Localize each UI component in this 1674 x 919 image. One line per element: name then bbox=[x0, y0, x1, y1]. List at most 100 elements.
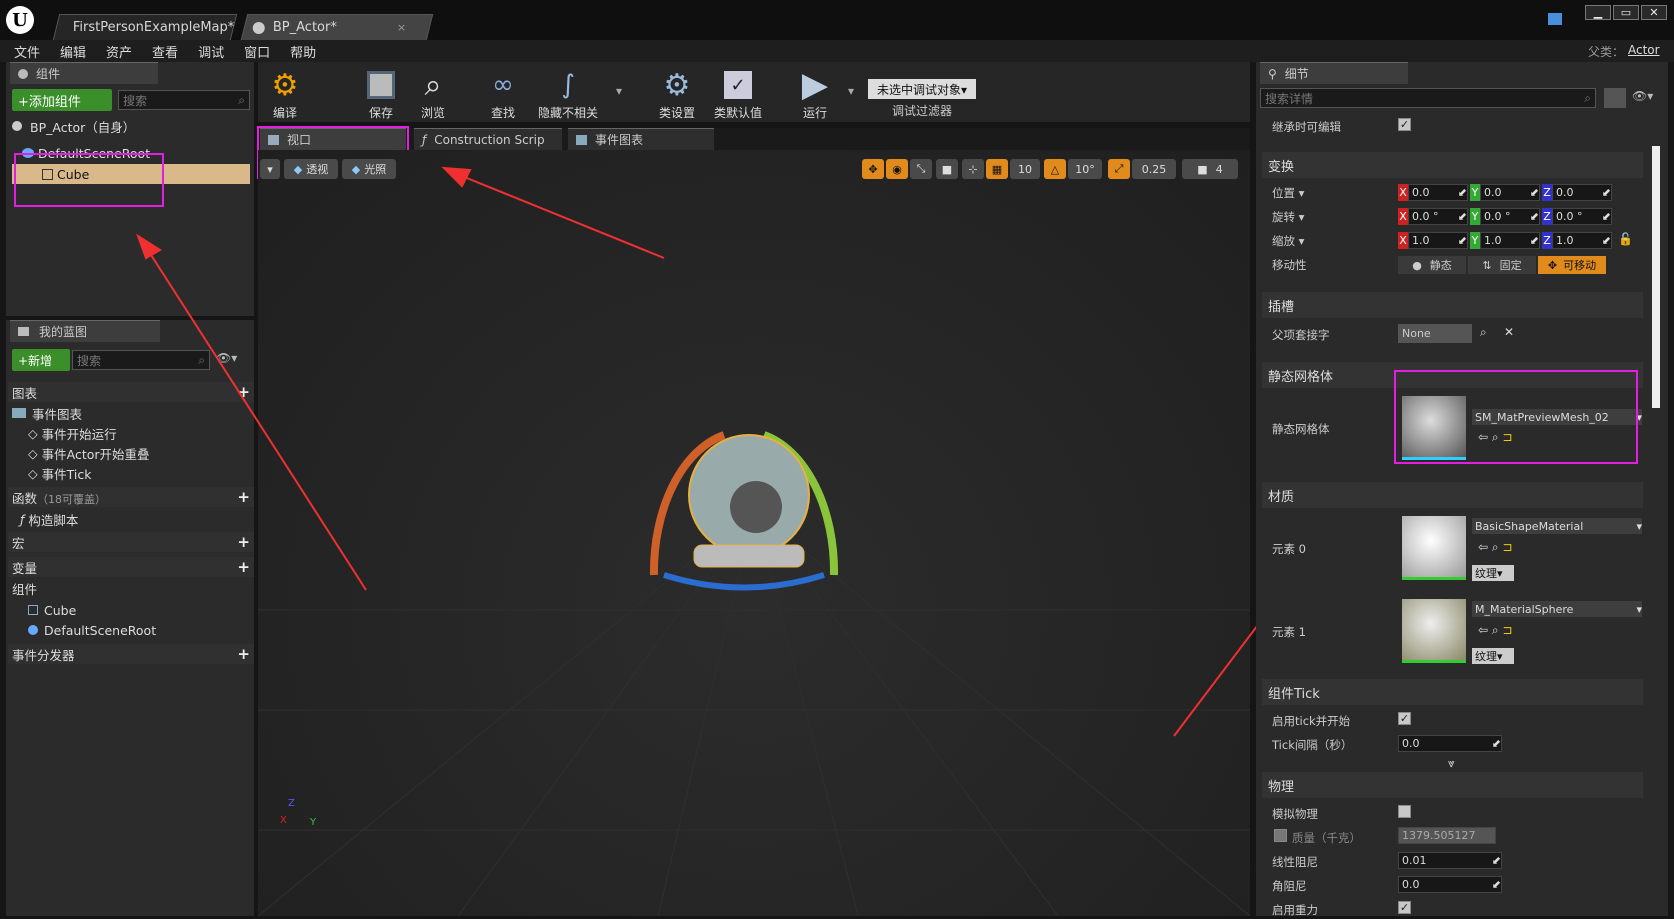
category-dispatchers[interactable]: 事件分发器 + bbox=[8, 644, 254, 664]
material-1-thumbnail[interactable] bbox=[1402, 599, 1466, 663]
menu-help[interactable]: 帮助 bbox=[290, 42, 316, 61]
hide-unrelated-button[interactable]: ∫ 隐藏不相关 bbox=[538, 66, 598, 121]
linear-damping-input[interactable]: 0.01 ⬋ bbox=[1398, 852, 1502, 869]
parent-class-link[interactable]: Actor bbox=[1628, 43, 1660, 57]
event-graph-item[interactable]: 事件图表 bbox=[12, 403, 82, 423]
add-graph-button[interactable]: + bbox=[237, 383, 250, 401]
tick-interval-input[interactable]: 0.0 ⬋ bbox=[1398, 735, 1502, 752]
event-actor-begin-overlap[interactable]: ◇ 事件Actor开始重叠 bbox=[28, 443, 150, 463]
rotation-x-input[interactable]: 0.0 ° ⬋ bbox=[1408, 208, 1468, 225]
new-button[interactable]: +新增 bbox=[12, 349, 70, 371]
category-variables[interactable]: 变量 + bbox=[8, 557, 254, 577]
location-z-input[interactable]: 0.0 ⬋ bbox=[1552, 184, 1612, 201]
class-settings-button[interactable]: ⚙ 类设置 bbox=[656, 66, 698, 121]
scale-z-input[interactable]: 1.0 ⬋ bbox=[1552, 232, 1612, 249]
rotation-y-input[interactable]: 0.0 ° ⬋ bbox=[1480, 208, 1540, 225]
close-icon[interactable]: × bbox=[397, 21, 406, 34]
component-var-cube[interactable]: Cube bbox=[28, 600, 76, 620]
scale-label[interactable]: 缩放 ▾ bbox=[1272, 233, 1304, 249]
section-component-tick[interactable]: 组件Tick bbox=[1262, 679, 1643, 705]
clear-socket-icon[interactable]: ✕ bbox=[1504, 325, 1514, 339]
my-blueprint-tab[interactable]: 我的蓝图 bbox=[10, 320, 160, 342]
details-search-input[interactable]: 搜索详情 ⌕ bbox=[1260, 88, 1596, 108]
browse-button[interactable]: ⌕ 浏览 bbox=[412, 66, 454, 121]
inherit-editable-checkbox[interactable]: ✓ bbox=[1398, 118, 1411, 131]
material-0-texture-dropdown[interactable]: 纹理▾ bbox=[1472, 565, 1514, 581]
category-macros[interactable]: 宏 + bbox=[8, 532, 254, 552]
section-materials[interactable]: 材质 bbox=[1262, 482, 1643, 508]
add-component-button[interactable]: +添加组件 bbox=[12, 89, 112, 111]
compile-button[interactable]: ⚙ 编译 bbox=[264, 66, 306, 121]
class-defaults-button[interactable]: ✓ 类默认值 bbox=[714, 66, 762, 121]
menu-asset[interactable]: 资产 bbox=[106, 42, 132, 61]
property-matrix-icon[interactable] bbox=[1604, 88, 1626, 108]
tab-construction-script[interactable]: ƒ Construction Scrip bbox=[414, 128, 562, 150]
material-0-dropdown[interactable]: BasicShapeMaterial ▾ bbox=[1472, 518, 1642, 534]
rotation-snap-button[interactable]: 10° bbox=[1068, 159, 1102, 179]
material-0-actions-icon[interactable]: ⇦ ⌕ ⊐ bbox=[1478, 540, 1512, 555]
add-dispatcher-button[interactable]: + bbox=[237, 645, 250, 663]
component-var-root[interactable]: DefaultSceneRoot bbox=[28, 620, 156, 640]
tab-event-graph[interactable]: 事件图表 bbox=[568, 128, 714, 150]
details-tab[interactable]: ⚲ 细节 bbox=[1260, 62, 1408, 84]
details-scrollbar[interactable] bbox=[1652, 146, 1660, 408]
enable-gravity-checkbox[interactable]: ✓ bbox=[1398, 901, 1411, 914]
viewport-options-button[interactable]: ▾ bbox=[260, 159, 280, 179]
mass-input[interactable]: 1379.505127 bbox=[1398, 827, 1496, 844]
play-button[interactable]: ▶ 运行 bbox=[794, 65, 836, 121]
menu-view[interactable]: 查看 bbox=[152, 42, 178, 61]
scale-x-input[interactable]: 1.0 ⬋ bbox=[1408, 232, 1468, 249]
menu-window[interactable]: 窗口 bbox=[244, 42, 270, 61]
save-button[interactable]: 保存 bbox=[360, 66, 402, 121]
tab-map[interactable]: FirstPersonExampleMap* × bbox=[52, 14, 253, 40]
rotation-snap-icon[interactable]: △ bbox=[1044, 159, 1066, 179]
surface-snap-icon[interactable]: ⊹ bbox=[962, 159, 984, 179]
mobility-static-button[interactable]: ● 静态 bbox=[1398, 256, 1466, 274]
play-dropdown-icon[interactable]: ▾ bbox=[848, 84, 854, 98]
eye-icon[interactable]: 👁▾ bbox=[216, 351, 237, 365]
mass-override-checkbox[interactable] bbox=[1274, 829, 1287, 842]
browse-socket-icon[interactable]: ⌕ bbox=[1480, 325, 1487, 340]
find-button[interactable]: ∞ 查找 bbox=[482, 66, 524, 121]
maximize-button[interactable]: ▭ bbox=[1613, 5, 1639, 20]
tab-bp-actor[interactable]: BP_Actor* × bbox=[240, 14, 434, 40]
grid-snap-icon[interactable]: ▦ bbox=[986, 159, 1008, 179]
viewport[interactable]: X Y Z bbox=[258, 150, 1250, 916]
perspective-button[interactable]: ◆ 透视 bbox=[284, 159, 338, 179]
rotation-label[interactable]: 旋转 ▾ bbox=[1272, 209, 1304, 225]
event-tick[interactable]: ◇ 事件Tick bbox=[28, 463, 91, 483]
translate-icon[interactable]: ✥ bbox=[862, 159, 884, 179]
component-self[interactable]: BP_Actor（自身） bbox=[12, 116, 135, 136]
mobility-movable-button[interactable]: ✥ 可移动 bbox=[1538, 256, 1606, 274]
scale-snap-button[interactable]: 0.25 bbox=[1132, 159, 1176, 179]
minimize-button[interactable]: ▁ bbox=[1585, 5, 1611, 20]
section-sockets[interactable]: 插槽 bbox=[1262, 292, 1643, 318]
add-function-button[interactable]: + bbox=[237, 488, 250, 506]
mobility-stationary-button[interactable]: ⇅ 固定 bbox=[1468, 256, 1536, 274]
camera-speed-button[interactable]: ■ 4 bbox=[1182, 159, 1238, 179]
lock-icon[interactable]: 🔓 bbox=[1618, 232, 1633, 249]
hide-dropdown-icon[interactable]: ▾ bbox=[616, 84, 622, 98]
components-tab[interactable]: 组件 bbox=[10, 62, 158, 84]
view-options-icon[interactable]: 👁▾ bbox=[1632, 89, 1653, 103]
event-begin-play[interactable]: ◇ 事件开始运行 bbox=[28, 423, 117, 443]
coordinate-space-icon[interactable]: ■ bbox=[936, 159, 958, 179]
section-transform[interactable]: 变换 bbox=[1262, 152, 1643, 178]
simulate-physics-checkbox[interactable] bbox=[1398, 805, 1411, 818]
grid-size-button[interactable]: 10 bbox=[1010, 159, 1040, 179]
scale-icon[interactable]: ⤡ bbox=[910, 159, 932, 179]
feedback-icon[interactable] bbox=[1548, 13, 1562, 25]
material-1-actions-icon[interactable]: ⇦ ⌕ ⊐ bbox=[1478, 623, 1512, 638]
location-label[interactable]: 位置 ▾ bbox=[1272, 185, 1304, 201]
menu-debug[interactable]: 调试 bbox=[198, 42, 224, 61]
location-y-input[interactable]: 0.0 ⬋ bbox=[1480, 184, 1540, 201]
category-functions[interactable]: 函数（18可覆盖） + bbox=[8, 487, 254, 507]
close-window-button[interactable]: ✕ bbox=[1641, 5, 1667, 20]
rotation-z-input[interactable]: 0.0 ° ⬋ bbox=[1552, 208, 1612, 225]
blueprint-search-input[interactable]: 搜索 ⌕ bbox=[72, 350, 210, 370]
scale-y-input[interactable]: 1.0 ⬋ bbox=[1480, 232, 1540, 249]
expand-advanced-icon[interactable]: ⩔ bbox=[1448, 756, 1455, 771]
material-1-texture-dropdown[interactable]: 纹理▾ bbox=[1472, 648, 1514, 664]
parent-socket-input[interactable]: None bbox=[1398, 324, 1472, 343]
debug-object-select[interactable]: 未选中调试对象▾ bbox=[868, 79, 976, 99]
